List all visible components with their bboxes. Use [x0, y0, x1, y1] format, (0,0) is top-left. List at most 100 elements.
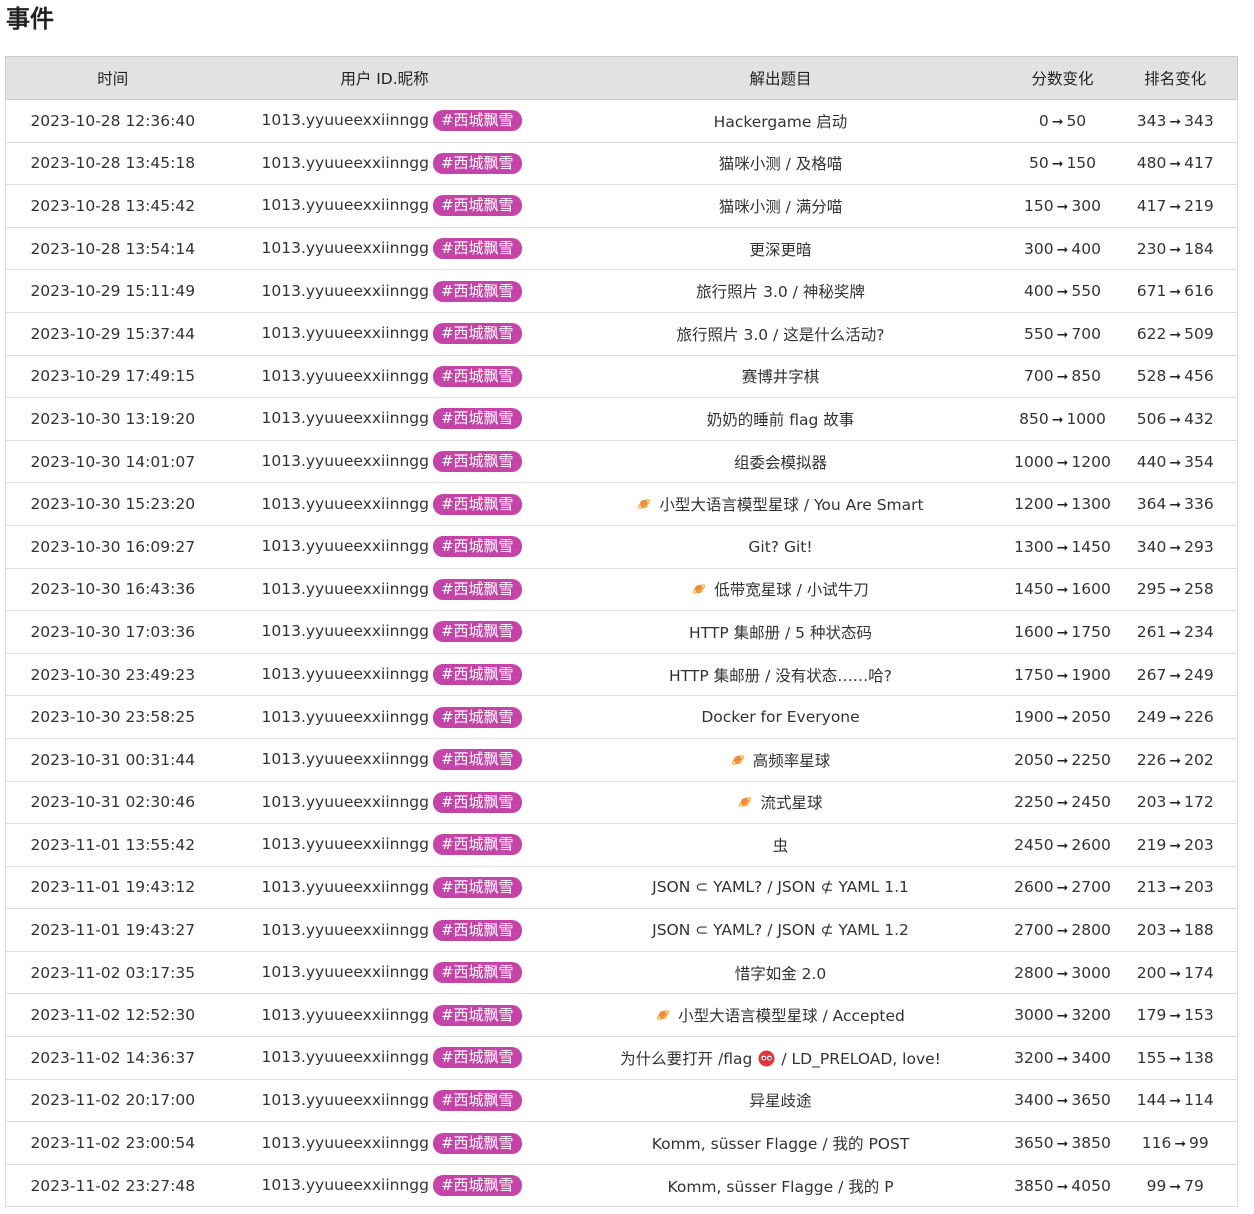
challenge-name: 小型大语言模型星球 / Accepted	[678, 1007, 905, 1026]
arrow-icon: ➞	[1169, 1050, 1182, 1067]
table-row: 2023-10-31 02:30:46 1013.yyuueexxiinngg #西…	[5, 781, 1238, 825]
user-id: 1013.yyuueexxiinngg	[261, 1048, 429, 1067]
user-id: 1013.yyuueexxiinngg	[261, 877, 429, 896]
arrow-icon: ➞	[1056, 454, 1069, 471]
challenge-name: 旅行照片 3.0 / 神秘奖牌	[696, 283, 865, 302]
user-id: 1013.yyuueexxiinngg	[261, 963, 429, 982]
challenge-name: 虫	[772, 836, 789, 855]
arrow-icon: ➞	[1056, 198, 1069, 215]
score-from: 2800	[1014, 963, 1054, 982]
table-row: 2023-10-28 13:45:18 1013.yyuueexxiinngg #西…	[5, 142, 1238, 186]
challenge-name: 猫咪小测 / 满分喵	[718, 197, 843, 216]
rank-to: 184	[1184, 239, 1214, 258]
user-id: 1013.yyuueexxiinngg	[261, 1176, 429, 1195]
table-row: 2023-11-02 23:27:48 1013.yyuueexxiinngg #西…	[5, 1164, 1238, 1208]
user-id: 1013.yyuueexxiinngg	[261, 622, 429, 641]
arrow-icon: ➞	[1169, 113, 1182, 130]
score-from: 3400	[1014, 1091, 1054, 1110]
arrow-icon: ➞	[1169, 1093, 1182, 1110]
rank-to: 234	[1184, 622, 1214, 641]
score-from: 0	[1038, 111, 1049, 130]
rank-to: 432	[1184, 409, 1214, 428]
time-cell: 2023-10-31 02:30:46	[5, 781, 220, 825]
score-cell: 0 ➞ 50	[1011, 99, 1114, 143]
time-cell: 2023-11-02 03:17:35	[5, 951, 220, 995]
table-header-row: 时间 用户 ID.昵称 解出题目 分数变化 排名变化	[5, 56, 1238, 100]
challenge-cell: Komm, süsser Flagge / 我的 P	[549, 1164, 1012, 1208]
score-from: 2700	[1014, 921, 1054, 940]
challenge-cell: 旅行照片 3.0 / 神秘奖牌	[549, 269, 1012, 313]
score-from: 2450	[1014, 835, 1054, 854]
arrow-icon: ➞	[1056, 710, 1069, 727]
score-to: 2600	[1071, 835, 1111, 854]
rank-from: 622	[1136, 324, 1167, 343]
table-row: 2023-10-30 23:58:25 1013.yyuueexxiinngg #西…	[5, 695, 1238, 739]
rank-cell: 226 ➞ 202	[1113, 738, 1238, 782]
score-cell: 1300 ➞ 1450	[1011, 525, 1114, 569]
header-rank: 排名变化	[1113, 56, 1238, 100]
challenge-name: 低带宽星球 / 小试牛刀	[714, 581, 869, 600]
arrow-icon: ➞	[1056, 667, 1069, 684]
rank-cell: 340 ➞ 293	[1113, 525, 1238, 569]
page-title: 事件	[6, 5, 54, 33]
score-to: 150	[1066, 154, 1097, 173]
challenge-cell: 猫咪小测 / 满分喵	[549, 184, 1012, 228]
group-tag: #西城飘雪	[432, 195, 522, 217]
challenge-name: 更深更暗	[749, 240, 812, 259]
rank-cell: 155 ➞ 138	[1113, 1036, 1238, 1080]
score-cell: 1000 ➞ 1200	[1011, 440, 1114, 484]
table-row: 2023-10-30 17:03:36 1013.yyuueexxiinngg #西…	[5, 610, 1238, 654]
user-cell: 1013.yyuueexxiinngg #西城飘雪	[219, 355, 550, 399]
rank-cell: 213 ➞ 203	[1113, 866, 1238, 910]
rank-from: 364	[1136, 495, 1167, 514]
rank-cell: 528 ➞ 456	[1113, 355, 1238, 399]
arrow-icon: ➞	[1169, 752, 1182, 769]
rank-cell: 295 ➞ 258	[1113, 568, 1238, 612]
score-cell: 3400 ➞ 3650	[1011, 1079, 1114, 1123]
score-to: 1200	[1071, 452, 1111, 471]
challenge-cell: 流式星球	[549, 781, 1012, 825]
score-from: 850	[1019, 409, 1049, 428]
rank-to: 99	[1189, 1134, 1209, 1153]
arrow-icon: ➞	[1056, 837, 1069, 854]
rank-cell: 200 ➞ 174	[1113, 951, 1238, 995]
arrow-icon: ➞	[1056, 923, 1069, 940]
time-cell: 2023-10-30 13:19:20	[5, 397, 220, 441]
score-from: 3650	[1014, 1134, 1054, 1153]
rank-cell: 622 ➞ 509	[1113, 312, 1238, 356]
arrow-icon: ➞	[1169, 241, 1182, 258]
arrow-icon: ➞	[1169, 284, 1182, 301]
score-cell: 3850 ➞ 4050	[1011, 1164, 1114, 1208]
challenge-name: 异星歧途	[749, 1092, 812, 1111]
rank-from: 340	[1136, 537, 1167, 556]
score-to: 3200	[1071, 1006, 1111, 1025]
rank-from: 417	[1136, 196, 1167, 215]
score-to: 2700	[1071, 878, 1111, 897]
score-cell: 700 ➞ 850	[1011, 355, 1114, 399]
rank-from: 155	[1136, 1048, 1167, 1067]
challenge-cell: JSON ⊂ YAML? / JSON ⊄ YAML 1.1	[549, 866, 1012, 910]
score-to: 1750	[1071, 622, 1111, 641]
rank-to: 174	[1184, 963, 1214, 982]
score-from: 2050	[1014, 750, 1054, 769]
rank-from: 267	[1136, 665, 1167, 684]
rank-to: 153	[1184, 1006, 1214, 1025]
table-row: 2023-11-02 12:52:30 1013.yyuueexxiinngg #西…	[5, 993, 1238, 1038]
challenge-name: 惜字如金 2.0	[734, 964, 827, 983]
user-cell: 1013.yyuueexxiinngg #西城飘雪	[219, 866, 550, 910]
arrow-icon: ➞	[1169, 965, 1182, 982]
user-id: 1013.yyuueexxiinngg	[261, 750, 429, 769]
rank-cell: 261 ➞ 234	[1113, 610, 1238, 654]
user-id: 1013.yyuueexxiinngg	[261, 835, 429, 854]
table-row: 2023-10-30 13:19:20 1013.yyuueexxiinngg #西…	[5, 397, 1238, 441]
score-to: 3650	[1071, 1091, 1111, 1110]
user-id: 1013.yyuueexxiinngg	[261, 111, 429, 130]
user-id: 1013.yyuueexxiinngg	[261, 920, 429, 939]
rank-to: 258	[1184, 580, 1214, 599]
time-cell: 2023-10-28 12:36:40	[5, 99, 220, 143]
user-id: 1013.yyuueexxiinngg	[261, 452, 429, 471]
group-tag: #西城飘雪	[432, 834, 522, 856]
rank-cell: 99 ➞ 79	[1113, 1164, 1238, 1208]
table-row: 2023-11-02 03:17:35 1013.yyuueexxiinngg #西…	[5, 951, 1238, 995]
score-from: 300	[1024, 239, 1054, 258]
